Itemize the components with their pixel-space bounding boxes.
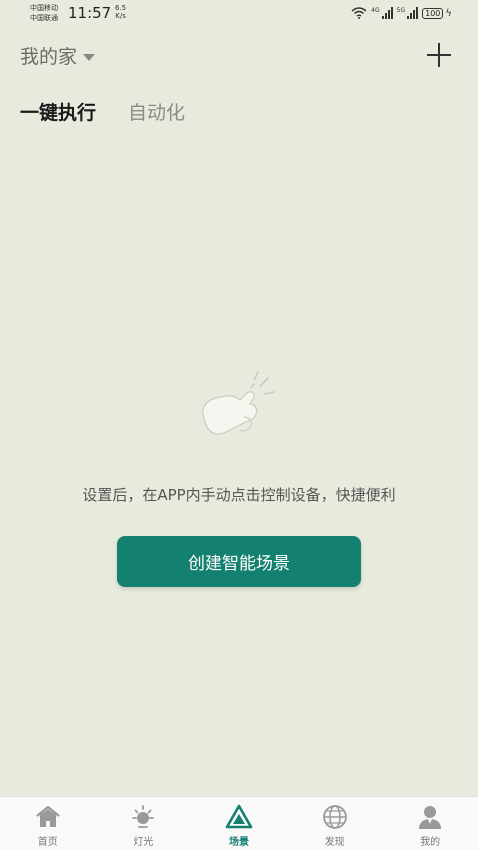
home-name: 我的家 [20, 46, 78, 68]
globe-icon [322, 805, 347, 829]
network-speed: 6.5 K/s [115, 4, 126, 20]
wifi-icon [351, 7, 367, 19]
carrier-1: 中国移动 [30, 4, 58, 12]
scene-tabs: 一键执行 自动化 [20, 98, 185, 125]
network-speed-unit: K/s [115, 12, 126, 20]
carrier-2: 中国联通 [30, 14, 58, 22]
tap-hand-icon [202, 371, 275, 435]
nav-item-light[interactable]: 灯光 [96, 797, 192, 850]
status-icons: 4G 5G 100 ϟ [351, 6, 452, 20]
nav-item-home[interactable]: 首页 [0, 797, 96, 850]
user-icon [419, 806, 442, 829]
nav-item-scene[interactable]: 场景 [191, 797, 287, 850]
battery-level: 100 [422, 7, 444, 19]
light-icon [132, 805, 155, 828]
carrier-info: 中国移动 中国联通 [30, 3, 58, 23]
nav-item-mine[interactable]: 我的 [382, 797, 478, 850]
home-selector[interactable]: 我的家 [20, 42, 96, 69]
add-scene-button[interactable] [424, 40, 454, 70]
tab-one-click[interactable]: 一键执行 [20, 98, 96, 125]
create-smart-scene-button[interactable]: 创建智能场景 [117, 536, 361, 587]
nav-label-discover: 发现 [324, 837, 345, 848]
network-speed-value: 6.5 [115, 4, 127, 12]
bottom-nav: 首页 灯光 场景 发现 我的 [0, 796, 478, 850]
home-icon [36, 805, 60, 827]
nav-label-home: 首页 [37, 837, 58, 848]
signal-2-label: 5G [396, 7, 406, 14]
signal-1-label: 4G [371, 7, 380, 14]
empty-state-message: 设置后，在APP内手动点击控制设备，快捷便利 [82, 486, 396, 504]
nav-label-mine: 我的 [420, 837, 441, 848]
charging-icon: ϟ [445, 7, 452, 19]
nav-label-light: 灯光 [133, 837, 154, 848]
scene-icon [225, 804, 253, 829]
nav-item-discover[interactable]: 发现 [287, 797, 383, 850]
signal-icon-2: 5G [396, 7, 419, 19]
nav-label-scene: 场景 [228, 837, 249, 848]
status-time: 11:57 [68, 4, 112, 22]
signal-icon-1: 4G [371, 7, 393, 19]
status-bar: 中国移动 中国联通 11:57 6.5 K/s 4G 5G 100 ϟ [0, 0, 478, 28]
tab-automation[interactable]: 自动化 [128, 98, 185, 125]
caret-down-icon [83, 53, 96, 61]
battery-icon: 100 ϟ [422, 7, 452, 19]
